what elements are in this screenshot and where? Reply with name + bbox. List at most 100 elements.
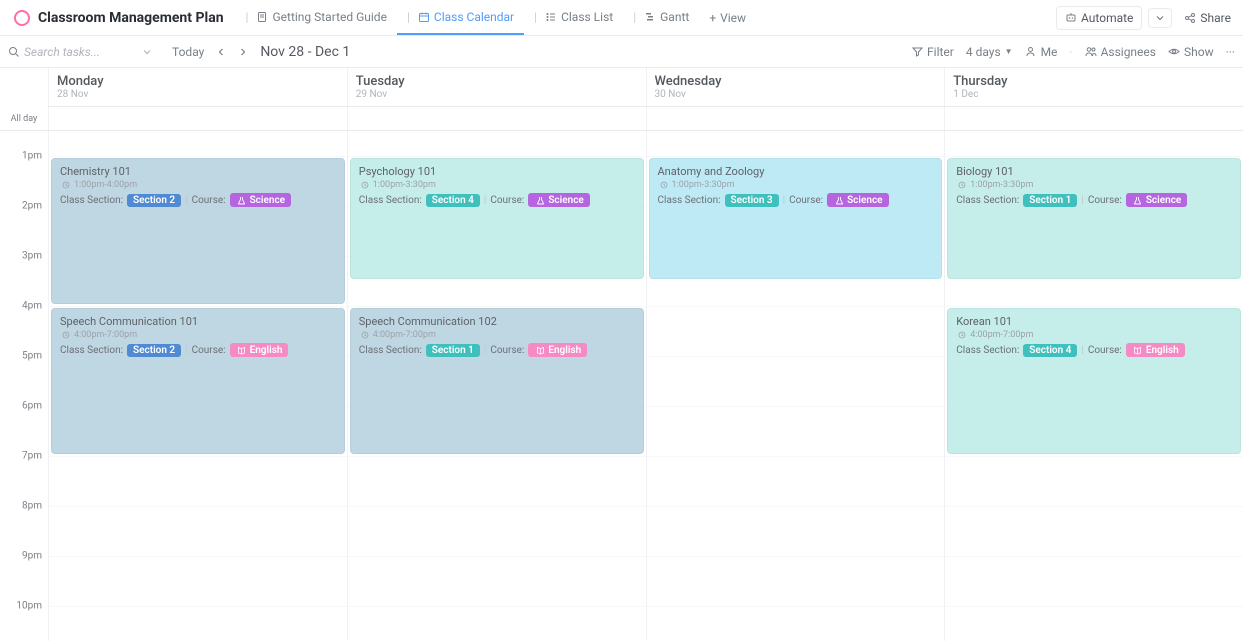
assignees-label: Assignees bbox=[1101, 45, 1156, 59]
course-label: Course: bbox=[490, 345, 524, 356]
me-label: Me bbox=[1041, 45, 1058, 59]
doc-icon bbox=[256, 11, 268, 23]
search-icon bbox=[8, 46, 20, 58]
time-label: 7pm bbox=[22, 451, 42, 462]
event-card[interactable]: Anatomy and Zoology1:00pm-3:30pmClass Se… bbox=[649, 158, 943, 279]
list-icon bbox=[545, 11, 557, 23]
clock-icon bbox=[956, 179, 968, 191]
search-wrap bbox=[8, 45, 152, 59]
event-time: 1:00pm-4:00pm bbox=[60, 179, 336, 191]
course-tag: Science bbox=[1126, 193, 1187, 207]
search-input[interactable] bbox=[24, 45, 134, 59]
plus-icon: + bbox=[709, 11, 716, 25]
time-label: 9pm bbox=[22, 551, 42, 562]
assignees-button[interactable]: Assignees bbox=[1085, 45, 1156, 59]
view-tabs: |Getting Started Guide|Class Calendar|Cl… bbox=[236, 0, 700, 35]
calendar-grid[interactable]: 1pm2pm3pm4pm5pm6pm7pm8pm9pm10pm Chemistr… bbox=[0, 131, 1243, 641]
day-column[interactable]: Biology 1011:00pm-3:30pmClass Section:Se… bbox=[944, 131, 1243, 641]
day-header: Thursday1 Dec bbox=[944, 68, 1243, 106]
tab-label: Class Calendar bbox=[434, 10, 514, 24]
event-meta: Class Section:Section 4|Course:English bbox=[956, 343, 1232, 357]
me-button[interactable]: Me bbox=[1025, 45, 1058, 59]
event-time: 4:00pm-7:00pm bbox=[60, 329, 336, 341]
meta-separator: | bbox=[1081, 195, 1083, 206]
course-tag: English bbox=[528, 343, 587, 357]
course-label: Course: bbox=[192, 345, 226, 356]
class-section-label: Class Section: bbox=[359, 345, 422, 356]
event-meta: Class Section:Section 4|Course:Science bbox=[359, 193, 635, 207]
share-button[interactable]: Share bbox=[1178, 7, 1237, 29]
time-label: 2pm bbox=[22, 201, 42, 212]
course-icon bbox=[534, 194, 546, 206]
course-tag: Science bbox=[827, 193, 888, 207]
search-dropdown[interactable] bbox=[142, 47, 152, 57]
eye-icon bbox=[1168, 46, 1180, 58]
event-card[interactable]: Biology 1011:00pm-3:30pmClass Section:Se… bbox=[947, 158, 1241, 279]
allday-cell[interactable] bbox=[347, 107, 646, 130]
meta-separator: | bbox=[1081, 345, 1083, 356]
section-tag: Section 2 bbox=[127, 344, 181, 357]
event-time: 1:00pm-3:30pm bbox=[658, 179, 934, 191]
add-view-button[interactable]: + View bbox=[699, 11, 756, 25]
prev-button[interactable] bbox=[212, 45, 230, 59]
event-time: 4:00pm-7:00pm bbox=[956, 329, 1232, 341]
section-tag: Section 1 bbox=[1023, 194, 1077, 207]
allday-cell[interactable] bbox=[944, 107, 1243, 130]
course-icon bbox=[236, 344, 248, 356]
event-card[interactable]: Speech Communication 1014:00pm-7:00pmCla… bbox=[51, 308, 345, 454]
tab-class-calendar[interactable]: | Class Calendar bbox=[397, 0, 524, 35]
day-date: 28 Nov bbox=[57, 89, 339, 100]
tab-class-list[interactable]: |Class List bbox=[524, 0, 623, 35]
tab-getting-started-guide[interactable]: |Getting Started Guide bbox=[236, 0, 397, 35]
time-label: 10pm bbox=[16, 601, 42, 612]
course-icon bbox=[1132, 194, 1144, 206]
header-right: Automate Share bbox=[1056, 6, 1237, 30]
class-section-label: Class Section: bbox=[658, 195, 721, 206]
app-logo-icon bbox=[14, 10, 30, 26]
today-button[interactable]: Today bbox=[172, 45, 204, 59]
automate-dropdown-button[interactable] bbox=[1148, 8, 1172, 28]
day-column[interactable]: Chemistry 1011:00pm-4:00pmClass Section:… bbox=[48, 131, 347, 641]
tab-gantt[interactable]: | Gantt bbox=[623, 0, 699, 35]
event-title: Psychology 101 bbox=[359, 165, 635, 178]
days-dropdown[interactable]: 4 days ▼ bbox=[966, 45, 1013, 59]
day-column[interactable]: Psychology 1011:00pm-3:30pmClass Section… bbox=[347, 131, 646, 641]
tab-separator: | bbox=[407, 10, 410, 24]
allday-label: All day bbox=[0, 107, 48, 130]
day-date: 30 Nov bbox=[655, 89, 937, 100]
page-title: Classroom Management Plan bbox=[38, 10, 224, 26]
automate-button[interactable]: Automate bbox=[1056, 6, 1142, 30]
next-button[interactable] bbox=[234, 45, 252, 59]
event-card[interactable]: Korean 1014:00pm-7:00pmClass Section:Sec… bbox=[947, 308, 1241, 454]
day-date: 1 Dec bbox=[953, 89, 1235, 100]
event-card[interactable]: Psychology 1011:00pm-3:30pmClass Section… bbox=[350, 158, 644, 279]
person-icon bbox=[1025, 46, 1037, 58]
more-icon: ··· bbox=[1226, 45, 1235, 59]
add-view-label: View bbox=[720, 11, 746, 25]
date-range: Nov 28 - Dec 1 bbox=[260, 44, 350, 60]
day-column[interactable]: Anatomy and Zoology1:00pm-3:30pmClass Se… bbox=[646, 131, 945, 641]
course-icon bbox=[534, 344, 546, 356]
day-header: Tuesday29 Nov bbox=[347, 68, 646, 106]
caret-down-icon: ▼ bbox=[1005, 47, 1013, 56]
event-card[interactable]: Speech Communication 1024:00pm-7:00pmCla… bbox=[350, 308, 644, 454]
show-label: Show bbox=[1184, 45, 1214, 59]
section-tag: Section 3 bbox=[725, 194, 779, 207]
tab-label: Gantt bbox=[660, 10, 689, 24]
class-section-label: Class Section: bbox=[60, 345, 123, 356]
event-title: Biology 101 bbox=[956, 165, 1232, 178]
allday-cell[interactable] bbox=[646, 107, 945, 130]
show-button[interactable]: Show bbox=[1168, 45, 1214, 59]
filter-button[interactable]: Filter bbox=[911, 45, 954, 59]
filter-label: Filter bbox=[927, 45, 954, 59]
meta-separator: | bbox=[185, 195, 187, 206]
section-tag: Section 4 bbox=[1023, 344, 1077, 357]
more-button[interactable]: ··· bbox=[1226, 45, 1235, 59]
allday-cell[interactable] bbox=[48, 107, 347, 130]
event-card[interactable]: Chemistry 1011:00pm-4:00pmClass Section:… bbox=[51, 158, 345, 304]
day-name: Tuesday bbox=[356, 74, 638, 89]
tab-separator: | bbox=[633, 10, 636, 24]
day-header: Monday28 Nov bbox=[48, 68, 347, 106]
tab-separator: | bbox=[246, 10, 249, 24]
course-icon bbox=[1132, 344, 1144, 356]
